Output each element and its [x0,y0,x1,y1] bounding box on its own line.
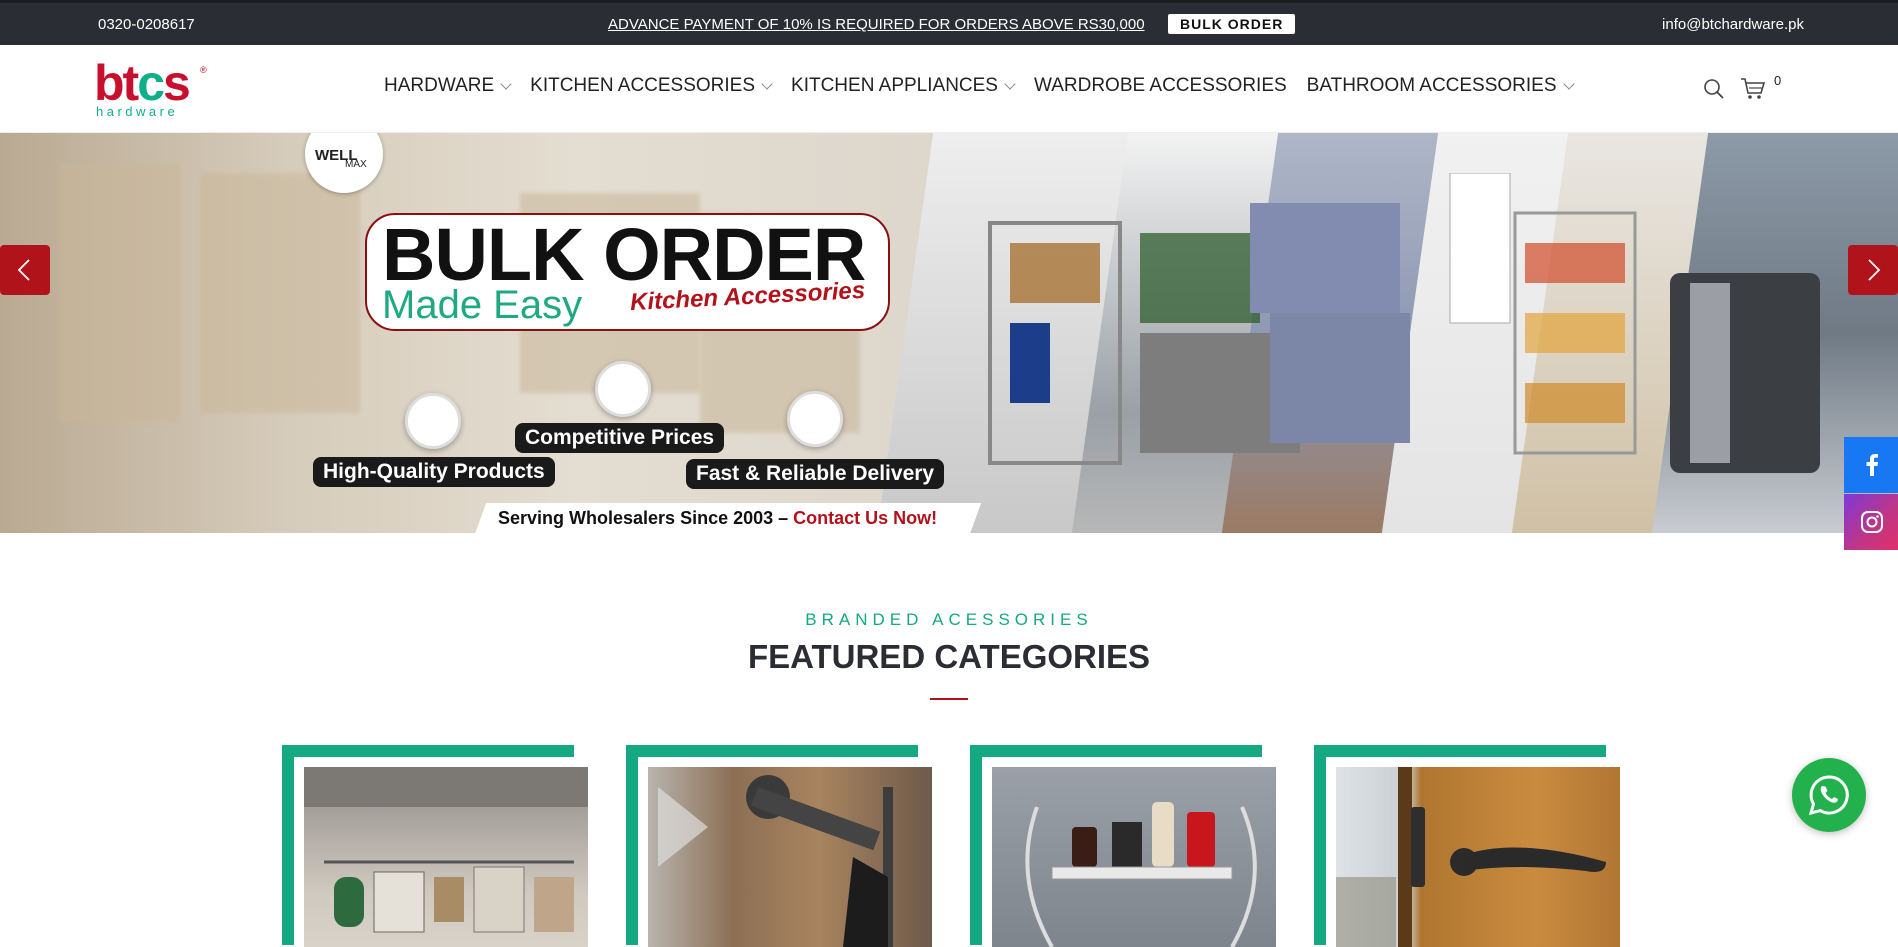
logo-b: bt [94,55,139,111]
category-card-bathroom-shelf[interactable] [970,745,1280,947]
nav-item-hardware[interactable]: HARDWARE [384,75,512,97]
kitchen-rack-illustration [304,767,588,933]
logo-subtitle: hardware [96,104,179,119]
background-shelf [200,173,360,413]
background-shelf [60,163,180,423]
feature-delivery: Fast & Reliable Delivery [686,459,945,489]
category-image [992,767,1276,947]
tagline-text: Serving Wholesalers Since 2003 – [498,508,789,528]
phone-number[interactable]: 0320-0208617 [98,16,195,33]
nav-item-kitchen-appliances[interactable]: KITCHEN APPLIANCES [791,75,1016,97]
contact-us-link[interactable]: Contact Us Now! [793,508,937,528]
price-tag-icon [595,361,651,417]
chevron-down-icon [1562,78,1575,90]
brand-badge-subtext: MAX [345,159,367,170]
logo-c: c [137,55,165,111]
site-header: btcs hardware ® HARDWARE KITCHEN ACCESSO… [0,45,1898,133]
featured-title: FEATURED CATEGORIES [747,638,1151,675]
category-image [648,767,932,947]
nav-item-label: KITCHEN APPLIANCES [791,75,998,96]
email-link[interactable]: info@btchardware.pk [1662,16,1804,33]
slider-prev-button[interactable] [0,245,50,295]
nav-item-label: WARDROBE ACCESSORIES [1033,75,1287,96]
feature-prices: Competitive Prices [515,423,725,453]
nav-item-label: BATHROOM ACCESSORIES [1306,75,1557,96]
wardrobe-lift-illustration [658,775,893,947]
cart-count-badge: 0 [1774,73,1782,88]
facebook-icon [1866,454,1878,476]
product-illustrations [988,173,1820,473]
top-bar: 0320-0208617 ADVANCE PAYMENT OF 10% IS R… [0,0,1898,45]
nav-item-kitchen-accessories[interactable]: KITCHEN ACCESSORIES [530,75,773,97]
payment-notice-link[interactable]: ADVANCE PAYMENT OF 10% IS REQUIRED FOR O… [608,16,1145,33]
instagram-icon [1861,511,1883,533]
facebook-button[interactable] [1844,437,1898,493]
chevron-left-icon [17,259,30,281]
feature-quality: High-Quality Products [313,457,555,487]
hero-subtitle: Made Easy [382,283,583,327]
hero-tagline: Serving Wholesalers Since 2003 – Contact… [498,508,937,529]
chevron-right-icon [1868,259,1881,281]
logo-registered-mark: ® [200,65,207,75]
thumbs-up-icon [405,393,461,449]
logo-s: s [163,55,191,111]
title-divider [930,698,968,700]
category-image [304,767,588,947]
category-card-door-handle[interactable] [1314,745,1624,947]
hero-slider[interactable]: WELL MAX BULK ORDER Made Easy Kitchen Ac… [0,133,1898,533]
whatsapp-button[interactable] [1792,758,1866,832]
featured-eyebrow: BRANDED ACESSORIES [805,610,1093,629]
site-logo[interactable]: btcs hardware ® [94,58,214,121]
instagram-button[interactable] [1844,494,1898,550]
nav-item-label: KITCHEN ACCESSORIES [530,75,756,96]
category-card-kitchen-rack[interactable] [282,745,592,947]
nav-item-bathroom-accessories[interactable]: BATHROOM ACCESSORIES [1306,75,1575,97]
main-nav: HARDWARE KITCHEN ACCESSORIES KITCHEN APP… [384,75,1593,97]
whatsapp-icon [1808,775,1849,816]
cart-icon[interactable] [1740,77,1766,101]
nav-item-wardrobe-accessories[interactable]: WARDROBE ACCESSORIES [1034,75,1287,97]
bathroom-shelf-illustration [1025,802,1257,947]
door-handle-illustration [1336,767,1606,947]
chevron-down-icon [500,78,512,90]
bulk-order-button[interactable]: BULK ORDER [1168,14,1296,34]
delivery-truck-icon [787,391,843,447]
search-icon[interactable] [1703,78,1725,100]
nav-item-label: HARDWARE [384,75,495,96]
category-card-wardrobe-lift[interactable] [626,745,936,947]
chevron-down-icon [1004,78,1016,90]
chevron-down-icon [761,78,773,90]
category-image [1336,767,1620,947]
slider-next-button[interactable] [1848,245,1898,295]
